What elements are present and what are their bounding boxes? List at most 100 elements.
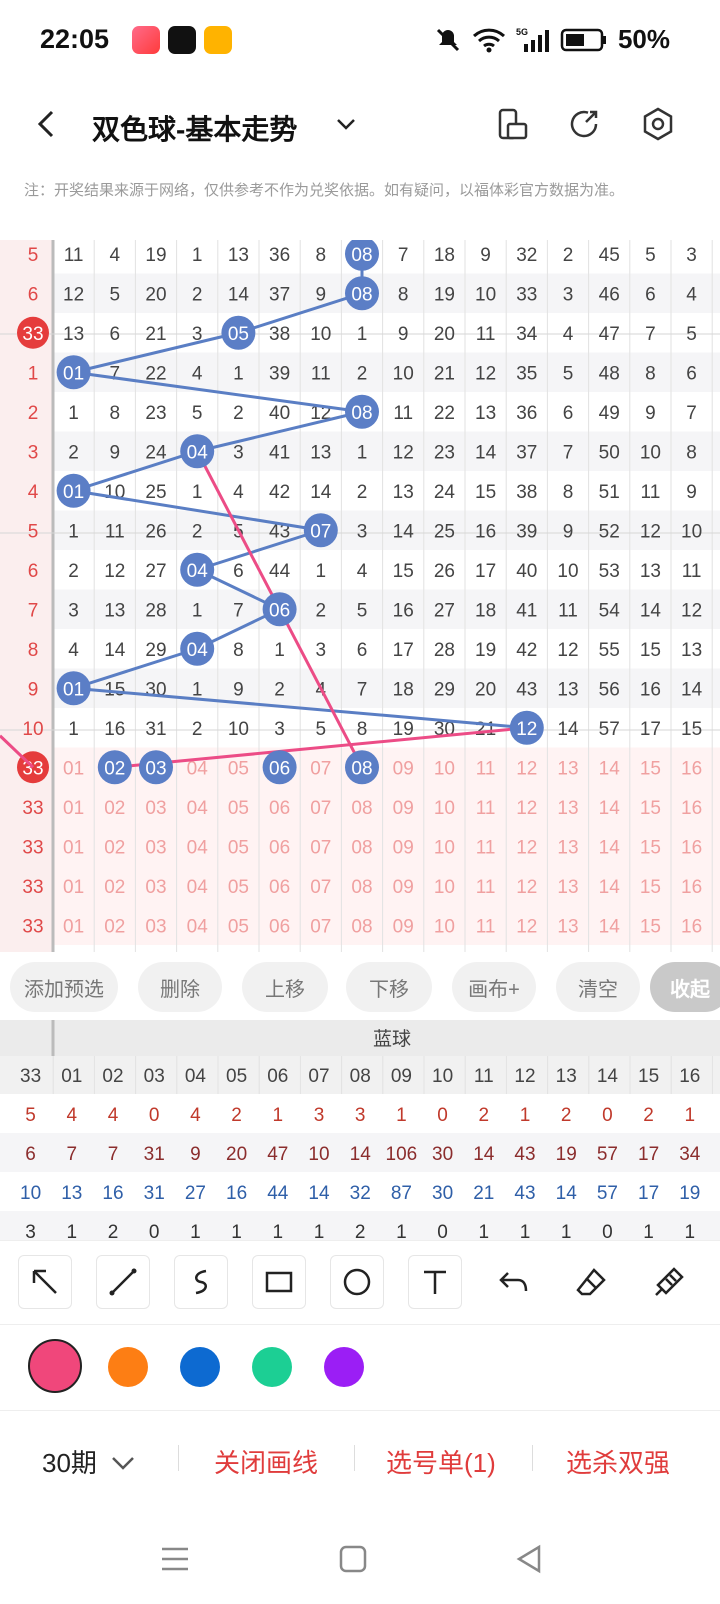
grid-cell[interactable]: 9 xyxy=(563,521,574,542)
grid-cell[interactable]: 12 xyxy=(640,521,661,542)
grid-cell[interactable]: 19 xyxy=(434,284,455,305)
grid-cell[interactable]: 10 xyxy=(434,837,455,858)
collapse-button[interactable]: 收起 xyxy=(650,962,720,1012)
grid-cell[interactable]: 10 xyxy=(557,561,578,582)
grid-cell[interactable]: 2 xyxy=(357,363,368,384)
grid-cell[interactable]: 7 xyxy=(686,403,697,424)
grid-cell[interactable]: 5 xyxy=(686,324,697,345)
grid-cell[interactable]: 24 xyxy=(434,482,456,503)
grid-cell[interactable]: 02 xyxy=(104,916,125,937)
grid-cell[interactable]: 11 xyxy=(64,245,84,266)
grid-cell[interactable]: 07 xyxy=(310,798,331,819)
grid-cell[interactable]: 14 xyxy=(599,916,621,937)
line-tool-icon[interactable] xyxy=(96,1255,150,1309)
eraser-tool-icon[interactable] xyxy=(564,1255,618,1309)
grid-cell[interactable]: 16 xyxy=(104,719,125,740)
color-swatch-pink[interactable] xyxy=(28,1339,82,1393)
grid-cell[interactable]: 16 xyxy=(681,758,702,779)
grid-cell[interactable]: 4 xyxy=(110,245,121,266)
grid-cell[interactable]: 2 xyxy=(274,679,285,700)
grid-cell[interactable]: 1 xyxy=(192,482,203,503)
grid-cell[interactable]: 42 xyxy=(516,640,537,661)
grid-cell[interactable]: 9 xyxy=(110,442,121,463)
grid-cell[interactable]: 33 xyxy=(516,284,537,305)
grid-cell[interactable]: 13 xyxy=(310,442,331,463)
grid-cell[interactable]: 40 xyxy=(516,561,537,582)
grid-cell[interactable]: 55 xyxy=(599,640,620,661)
grid-cell[interactable]: 04 xyxy=(187,798,209,819)
grid-cell[interactable]: 12 xyxy=(557,640,578,661)
grid-cell[interactable]: 09 xyxy=(393,877,414,898)
grid-cell[interactable]: 54 xyxy=(599,600,621,621)
grid-cell[interactable]: 01 xyxy=(63,798,84,819)
grid-cell[interactable]: 26 xyxy=(434,561,455,582)
grid-cell[interactable]: 40 xyxy=(269,403,290,424)
grid-cell[interactable]: 4 xyxy=(68,640,79,661)
grid-cell[interactable]: 18 xyxy=(393,679,414,700)
grid-cell[interactable]: 12 xyxy=(516,798,537,819)
grid-cell[interactable]: 2 xyxy=(68,442,79,463)
grid-cell[interactable]: 42 xyxy=(269,482,290,503)
grid-cell[interactable]: 57 xyxy=(599,719,620,740)
home-icon[interactable] xyxy=(336,1542,370,1576)
grid-cell[interactable]: 1 xyxy=(192,679,203,700)
menu-icon[interactable] xyxy=(158,1542,192,1576)
grid-cell[interactable]: 14 xyxy=(599,758,621,779)
grid-cell[interactable]: 43 xyxy=(516,679,537,700)
grid-cell[interactable]: 14 xyxy=(475,442,497,463)
grid-cell[interactable]: 11 xyxy=(105,521,125,542)
grid-cell[interactable]: 03 xyxy=(145,837,166,858)
grid-cell[interactable]: 12 xyxy=(393,442,414,463)
grid-cell[interactable]: 14 xyxy=(599,798,621,819)
grid-cell[interactable]: 8 xyxy=(563,482,574,503)
grid-cell[interactable]: 14 xyxy=(104,640,126,661)
color-swatch-orange[interactable] xyxy=(108,1347,148,1387)
grid-cell[interactable]: 05 xyxy=(228,798,249,819)
color-swatch-purple[interactable] xyxy=(324,1347,364,1387)
grid-cell[interactable]: 2 xyxy=(68,561,79,582)
grid-cell[interactable]: 13 xyxy=(557,877,578,898)
grid-cell[interactable]: 13 xyxy=(640,561,661,582)
grid-cell[interactable]: 27 xyxy=(434,600,455,621)
grid-cell[interactable]: 15 xyxy=(393,561,414,582)
grid-cell[interactable]: 31 xyxy=(145,719,166,740)
grid-cell[interactable]: 08 xyxy=(351,877,372,898)
chevron-down-icon[interactable] xyxy=(334,112,358,136)
color-swatch-blue[interactable] xyxy=(180,1347,220,1387)
grid-cell[interactable]: 13 xyxy=(228,245,249,266)
grid-cell[interactable]: 1 xyxy=(68,521,79,542)
grid-cell[interactable]: 01 xyxy=(63,916,84,937)
grid-cell[interactable]: 10 xyxy=(434,798,455,819)
grid-cell[interactable]: 14 xyxy=(681,679,703,700)
grid-cell[interactable]: 13 xyxy=(393,482,414,503)
curve-tool-icon[interactable] xyxy=(174,1255,228,1309)
grid-cell[interactable]: 09 xyxy=(393,837,414,858)
grid-cell[interactable]: 8 xyxy=(110,403,121,424)
grid-cell[interactable]: 15 xyxy=(681,719,702,740)
grid-cell[interactable]: 14 xyxy=(228,284,250,305)
grid-cell[interactable]: 09 xyxy=(393,916,414,937)
grid-cell[interactable]: 18 xyxy=(475,600,496,621)
grid-cell[interactable]: 1 xyxy=(357,442,368,463)
grid-cell[interactable]: 3 xyxy=(274,719,285,740)
grid-cell[interactable]: 02 xyxy=(104,877,125,898)
grid-cell[interactable]: 08 xyxy=(351,837,372,858)
grid-cell[interactable]: 7 xyxy=(398,245,409,266)
grid-cell[interactable]: 07 xyxy=(310,877,331,898)
grid-cell[interactable]: 49 xyxy=(599,403,620,424)
grid-cell[interactable]: 11 xyxy=(476,758,496,779)
grid-cell[interactable]: 3 xyxy=(563,284,574,305)
delete-button[interactable]: 删除 xyxy=(138,962,222,1012)
grid-cell[interactable]: 12 xyxy=(104,561,125,582)
grid-cell[interactable]: 2 xyxy=(357,482,368,503)
grid-cell[interactable]: 10 xyxy=(681,521,702,542)
grid-cell[interactable]: 11 xyxy=(393,403,413,424)
grid-cell[interactable]: 1 xyxy=(192,600,203,621)
grid-cell[interactable]: 48 xyxy=(599,363,620,384)
grid-cell[interactable]: 06 xyxy=(269,877,290,898)
grid-cell[interactable]: 11 xyxy=(476,837,496,858)
grid-cell[interactable]: 3 xyxy=(686,245,697,266)
grid-cell[interactable]: 38 xyxy=(516,482,537,503)
grid-cell[interactable]: 11 xyxy=(476,916,496,937)
grid-cell[interactable]: 11 xyxy=(476,798,496,819)
